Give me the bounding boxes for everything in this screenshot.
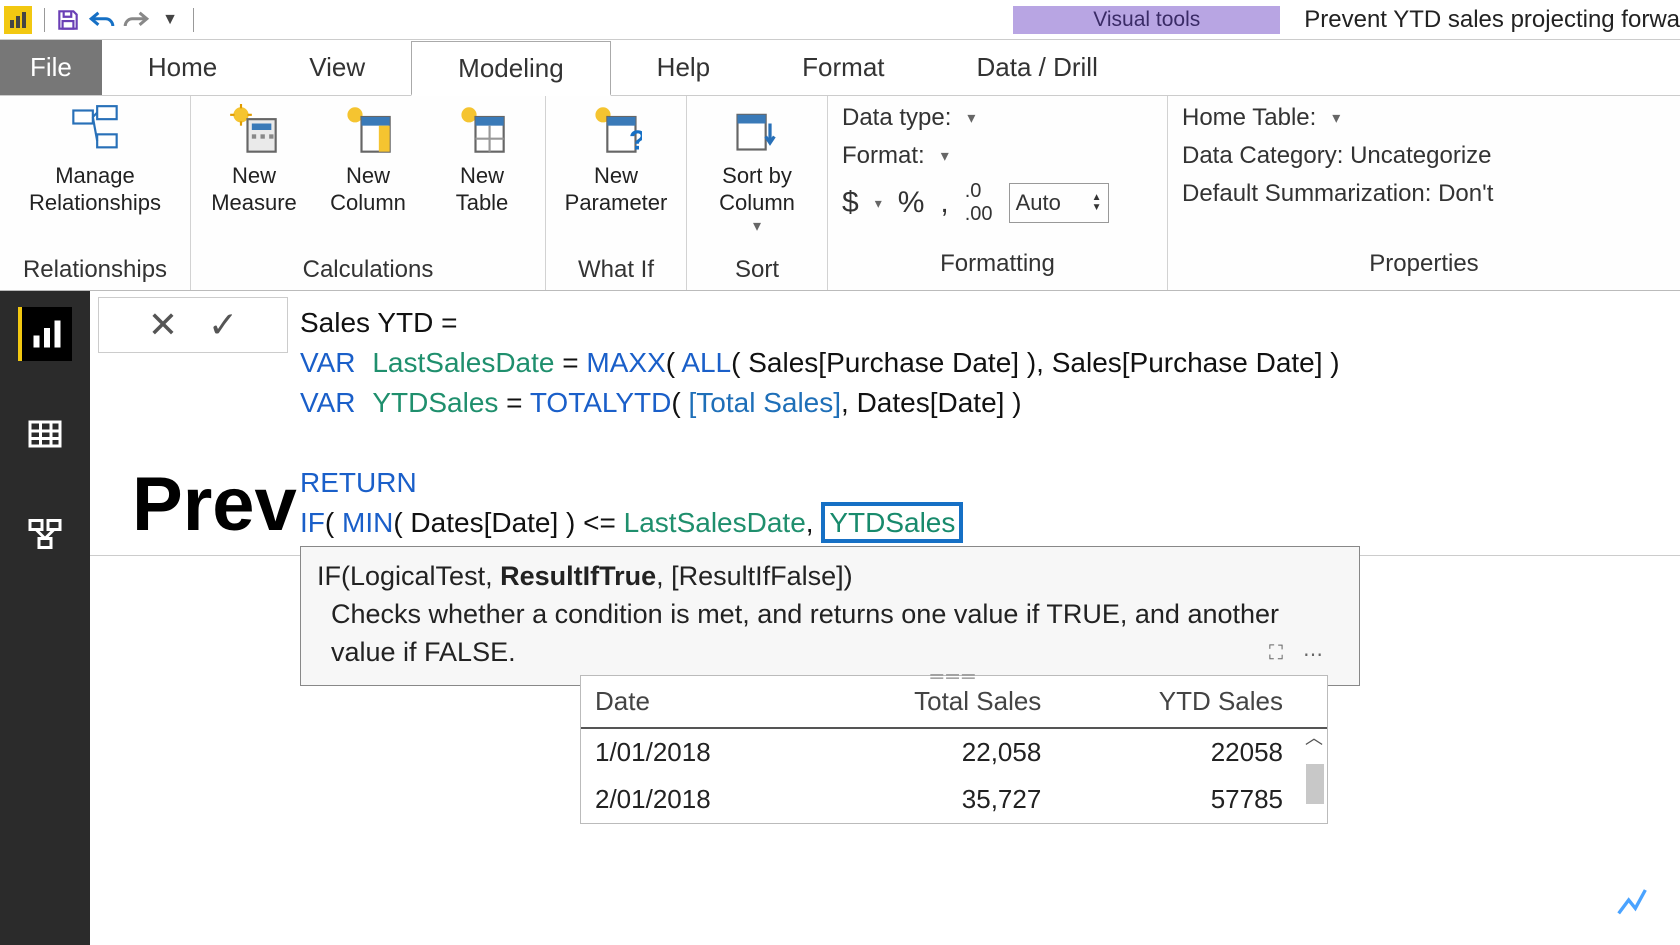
- group-formatting: Formatting: [842, 248, 1153, 282]
- watermark-icon: [1612, 880, 1652, 925]
- new-table-icon: [456, 104, 508, 156]
- manage-relationships-button[interactable]: Manage Relationships: [10, 100, 180, 216]
- contextual-tool-tab: Visual tools: [1013, 6, 1280, 34]
- group-sort: Sort: [697, 254, 817, 288]
- currency-button[interactable]: $: [842, 186, 859, 220]
- chevron-down-icon[interactable]: ▾: [875, 195, 882, 212]
- new-measure-button[interactable]: New Measure: [201, 100, 307, 216]
- cancel-formula-icon[interactable]: ✕: [148, 304, 178, 346]
- group-calculations: Calculations: [201, 254, 535, 288]
- report-canvas: ✕ ✓ Sales YTD = VAR LastSalesDate = MAXX…: [90, 291, 1680, 945]
- table-row: 1/01/2018 22,058 22058: [581, 728, 1327, 776]
- chevron-down-icon[interactable]: ▾: [967, 108, 975, 128]
- new-measure-icon: [228, 104, 280, 156]
- sort-icon: [731, 104, 783, 156]
- decimal-places-spinner[interactable]: Auto▲▼: [1009, 183, 1109, 223]
- page-title: Prev: [132, 461, 297, 548]
- tab-view[interactable]: View: [263, 40, 411, 95]
- tab-help[interactable]: Help: [611, 40, 756, 95]
- tab-modeling[interactable]: Modeling: [411, 41, 611, 96]
- save-icon[interactable]: [51, 3, 85, 37]
- new-parameter-icon: ?: [590, 104, 642, 156]
- percent-button[interactable]: %: [898, 186, 925, 220]
- group-relationships: Relationships: [10, 254, 180, 288]
- focus-mode-icon[interactable]: ⛶: [1269, 642, 1283, 667]
- redo-icon[interactable]: [119, 3, 153, 37]
- app-icon: [4, 6, 32, 34]
- scrollbar-thumb[interactable]: [1306, 764, 1324, 804]
- dax-editor[interactable]: Sales YTD = VAR LastSalesDate = MAXX( AL…: [296, 291, 1680, 555]
- model-view-button[interactable]: [18, 507, 72, 561]
- decimal-icon[interactable]: .0.00: [965, 180, 993, 226]
- tab-home[interactable]: Home: [102, 40, 263, 95]
- new-column-button[interactable]: New Column: [315, 100, 421, 216]
- scroll-up-icon[interactable]: ︿: [1305, 724, 1323, 750]
- svg-text:?: ?: [629, 125, 642, 156]
- ribbon-tabs: File Home View Modeling Help Format Data…: [0, 40, 1680, 96]
- commit-formula-icon[interactable]: ✓: [208, 304, 238, 346]
- default-summ-label: Default Summarization: Don't: [1182, 180, 1493, 208]
- new-table-button[interactable]: New Table: [429, 100, 535, 216]
- tab-data-drill[interactable]: Data / Drill: [931, 40, 1144, 95]
- data-view-button[interactable]: [18, 407, 72, 461]
- datatype-label: Data type:: [842, 104, 951, 132]
- group-properties: Properties: [1182, 248, 1666, 282]
- data-table-visual[interactable]: ═══ ⛶ ⋯ Date Total Sales YTD Sales 1/01/…: [580, 675, 1328, 824]
- group-whatif: What If: [556, 254, 676, 288]
- chevron-down-icon[interactable]: ▾: [941, 146, 949, 166]
- ribbon: Manage Relationships Relationships New M…: [0, 96, 1680, 291]
- intellisense-tooltip: IF(LogicalTest, ResultIfTrue, [ResultIfF…: [300, 546, 1360, 686]
- new-parameter-button[interactable]: ? New Parameter: [556, 100, 676, 216]
- active-argument-highlight: YTDSales: [821, 502, 963, 543]
- chevron-down-icon[interactable]: ▾: [1332, 108, 1340, 128]
- sort-by-column-button[interactable]: Sort by Column ▾: [697, 100, 817, 236]
- document-title: Prevent YTD sales projecting forwa: [1304, 6, 1680, 34]
- data-category-label: Data Category: Uncategorize: [1182, 142, 1492, 170]
- tab-format[interactable]: Format: [756, 40, 930, 95]
- format-label: Format:: [842, 142, 925, 170]
- title-bar: ▼ Visual tools Prevent YTD sales project…: [0, 0, 1680, 40]
- chevron-down-icon: ▾: [753, 216, 761, 236]
- report-view-button[interactable]: [18, 307, 72, 361]
- tab-file[interactable]: File: [0, 40, 102, 95]
- home-table-label: Home Table:: [1182, 104, 1316, 132]
- relationships-icon: [69, 104, 121, 156]
- new-column-icon: [342, 104, 394, 156]
- drag-handle-icon[interactable]: ═══: [930, 666, 977, 687]
- more-options-icon[interactable]: ⋯: [1303, 642, 1323, 667]
- view-switcher: [0, 291, 90, 945]
- col-date[interactable]: Date: [581, 676, 809, 728]
- qat-dropdown-icon[interactable]: ▼: [153, 3, 187, 37]
- formula-bar: ✕ ✓ Sales YTD = VAR LastSalesDate = MAXX…: [90, 291, 1680, 556]
- comma-button[interactable]: ,: [940, 186, 948, 220]
- undo-icon[interactable]: [85, 3, 119, 37]
- col-ytd[interactable]: YTD Sales: [1055, 676, 1297, 728]
- table-row: 2/01/2018 35,727 57785: [581, 776, 1327, 823]
